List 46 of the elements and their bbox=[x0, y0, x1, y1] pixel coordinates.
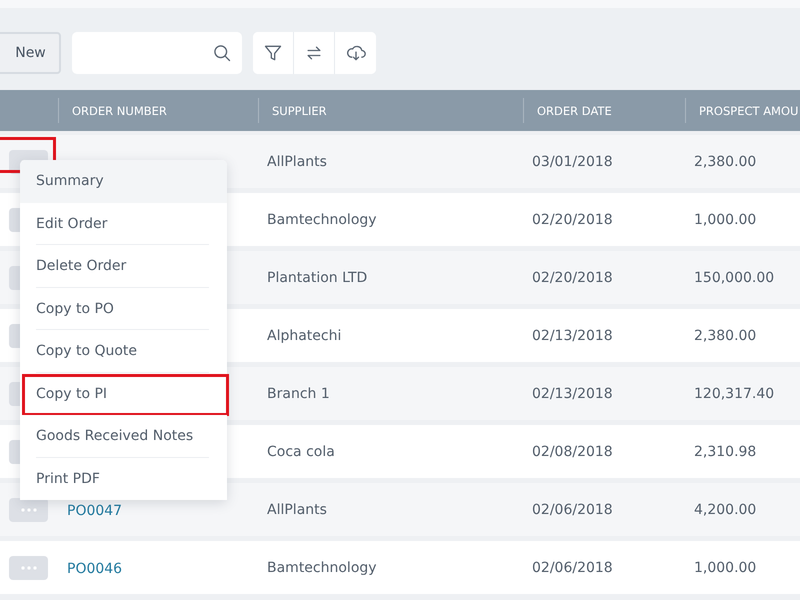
column-header: ORDER DATE bbox=[537, 104, 612, 118]
order-link[interactable]: PO0046 bbox=[58, 561, 122, 577]
table-cell-text: 02/20/2018 bbox=[531, 212, 614, 228]
dots-icon bbox=[20, 566, 36, 570]
table-cell-text: Alphatechi bbox=[266, 328, 342, 344]
menu-item[interactable]: Goods Received Notes bbox=[36, 428, 194, 444]
table-cell-text: 4,200.00 bbox=[693, 502, 758, 518]
table-cell-text: 03/01/2018 bbox=[531, 154, 614, 170]
table-cell-text: 1,000.00 bbox=[693, 560, 758, 576]
table-cell-text: 1,000.00 bbox=[693, 212, 758, 228]
table-cell-text: Plantation LTD bbox=[266, 270, 368, 286]
table-cell-text: 02/13/2018 bbox=[531, 386, 614, 402]
table-cell-text: 02/06/2018 bbox=[531, 560, 614, 576]
table-cell-text: AllPlants bbox=[266, 502, 328, 518]
table-cell-text: 2,310.98 bbox=[693, 444, 758, 460]
order-link[interactable]: PO0047 bbox=[58, 503, 122, 519]
new-button[interactable]: New bbox=[0, 32, 61, 74]
menu-item[interactable]: Copy to Quote bbox=[36, 343, 138, 360]
filter-icon bbox=[263, 43, 283, 63]
table-cell-text: AllPlants bbox=[266, 154, 328, 170]
menu-item[interactable]: Edit Order bbox=[36, 216, 108, 232]
table-cell-text: Coca cola bbox=[266, 444, 336, 460]
table-cell-text: 2,380.00 bbox=[693, 154, 758, 170]
table-cell-text: 02/06/2018 bbox=[531, 502, 614, 518]
menu-item[interactable]: Copy to PI bbox=[36, 386, 108, 402]
table-cell-text: 02/08/2018 bbox=[531, 444, 614, 460]
table-cell-text: 02/20/2018 bbox=[531, 270, 614, 286]
menu-item[interactable]: Print PDF bbox=[36, 470, 100, 487]
column-header: ORDER NUMBER bbox=[72, 104, 167, 118]
search-icon[interactable] bbox=[212, 43, 232, 63]
cloud-download-icon bbox=[346, 43, 366, 63]
table-cell-text: Bamtechnology bbox=[266, 212, 378, 228]
table-cell-text: 2,380.00 bbox=[693, 328, 758, 344]
menu-item[interactable]: Copy to PO bbox=[36, 300, 114, 317]
menu-item[interactable]: Delete Order bbox=[36, 258, 126, 274]
table-cell-text: Branch 1 bbox=[266, 386, 331, 402]
dots-icon bbox=[20, 508, 36, 512]
filter-button[interactable] bbox=[253, 32, 294, 74]
column-header: PROSPECT AMOU bbox=[699, 104, 798, 118]
menu-item[interactable]: Summary bbox=[36, 173, 104, 190]
column-header: SUPPLIER bbox=[272, 104, 327, 118]
table-cell-text: 150,000.00 bbox=[693, 270, 776, 286]
table-cell-text: 120,317.40 bbox=[693, 386, 776, 402]
search-field[interactable] bbox=[72, 32, 242, 74]
table-cell-text: 02/13/2018 bbox=[531, 328, 614, 344]
table-cell-text: Bamtechnology bbox=[266, 560, 378, 576]
